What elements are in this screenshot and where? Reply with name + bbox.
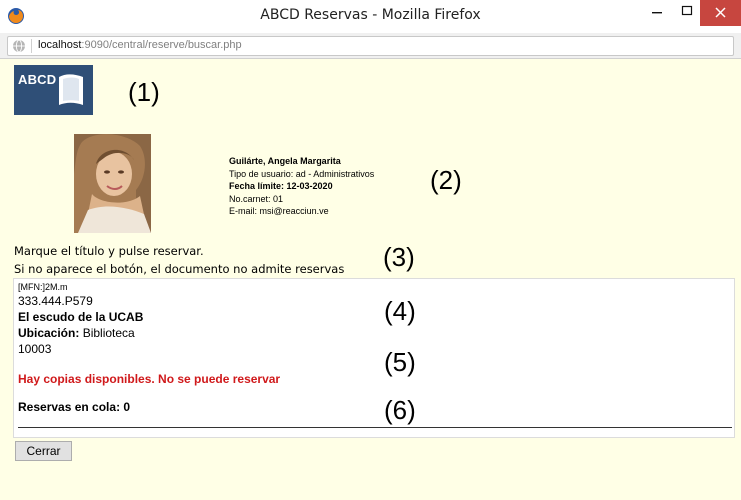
user-email: E-mail: msi@reacciun.ve (229, 205, 374, 218)
record-call-number: 333.444.P579 (18, 294, 93, 308)
window-titlebar: ABCD Reservas - Mozilla Firefox (0, 0, 741, 34)
user-deadline-value: 12-03-2020 (286, 181, 333, 191)
url-text: localhost:9090/central/reserve/buscar.ph… (38, 39, 242, 51)
address-bar: localhost:9090/central/reserve/buscar.ph… (0, 33, 741, 59)
user-name: Guilárte, Angela Margarita (229, 156, 341, 166)
user-info: Guilárte, Angela Margarita Tipo de usuar… (229, 155, 374, 218)
user-card: No.carnet: 01 (229, 193, 374, 206)
marker-3: (3) (383, 242, 415, 272)
abcd-logo: ABCD (14, 65, 93, 115)
user-type: Tipo de usuario: ad - Administrativos (229, 168, 374, 181)
record-location: Ubicación: Biblioteca (18, 326, 135, 340)
url-field[interactable]: localhost:9090/central/reserve/buscar.ph… (7, 36, 734, 56)
instructions-line-1: Marque el título y pulse reservar. (14, 244, 204, 258)
user-deadline: Fecha límite: 12-03-2020 (229, 180, 374, 193)
window-title: ABCD Reservas - Mozilla Firefox (260, 7, 481, 23)
marker-1: (1) (128, 77, 160, 107)
close-icon (715, 7, 726, 18)
marker-6: (6) (384, 395, 416, 425)
user-type-label: Tipo de usuario: (229, 168, 294, 179)
record-divider (18, 427, 732, 428)
marker-5: (5) (384, 347, 416, 377)
page-content: ABCD (1) Guilárte, Angela Margarita Tipo… (0, 59, 741, 500)
record-location-value: Biblioteca (82, 326, 135, 340)
user-type-value: ad - Administrativos (295, 168, 375, 179)
window-close-button[interactable] (700, 0, 741, 26)
queue-value: 0 (123, 400, 131, 414)
globe-icon (13, 39, 25, 53)
user-card-label: No.carnet: (229, 193, 271, 204)
user-email-label: E-mail: (229, 206, 258, 216)
availability-message: Hay copias disponibles. No se puede rese… (18, 372, 281, 386)
user-email-value: msi@reacciun.ve (259, 206, 329, 216)
book-icon (59, 74, 83, 105)
instructions: Marque el título y pulse reservar. Si no… (14, 242, 344, 278)
instructions-line-2: Si no aparece el botón, el documento no … (14, 262, 345, 276)
logo-text: ABCD (18, 72, 57, 87)
record-location-label: Ubicación: (18, 326, 80, 340)
url-host: localhost (38, 39, 82, 51)
minimize-button[interactable] (640, 0, 674, 26)
queue-label: Reservas en cola: (18, 400, 121, 414)
user-card-value: 01 (273, 193, 284, 204)
url-path: :9090/central/reserve/buscar.php (81, 39, 242, 51)
user-photo-image (74, 134, 151, 233)
close-button[interactable]: Cerrar (15, 441, 72, 461)
record-mfn: [MFN:]2M.m (18, 282, 68, 292)
user-deadline-label: Fecha límite: (229, 181, 285, 191)
marker-2: (2) (430, 165, 462, 195)
url-separator (31, 39, 32, 53)
record-title: El escudo de la UCAB (18, 310, 144, 324)
minimize-icon (652, 12, 662, 14)
user-photo (74, 134, 151, 233)
record-inventory: 10003 (18, 342, 52, 356)
record-panel: [MFN:]2M.m 333.444.P579 El escudo de la … (13, 278, 735, 438)
marker-4: (4) (384, 296, 416, 326)
reservation-queue: Reservas en cola: 0 (18, 400, 130, 414)
